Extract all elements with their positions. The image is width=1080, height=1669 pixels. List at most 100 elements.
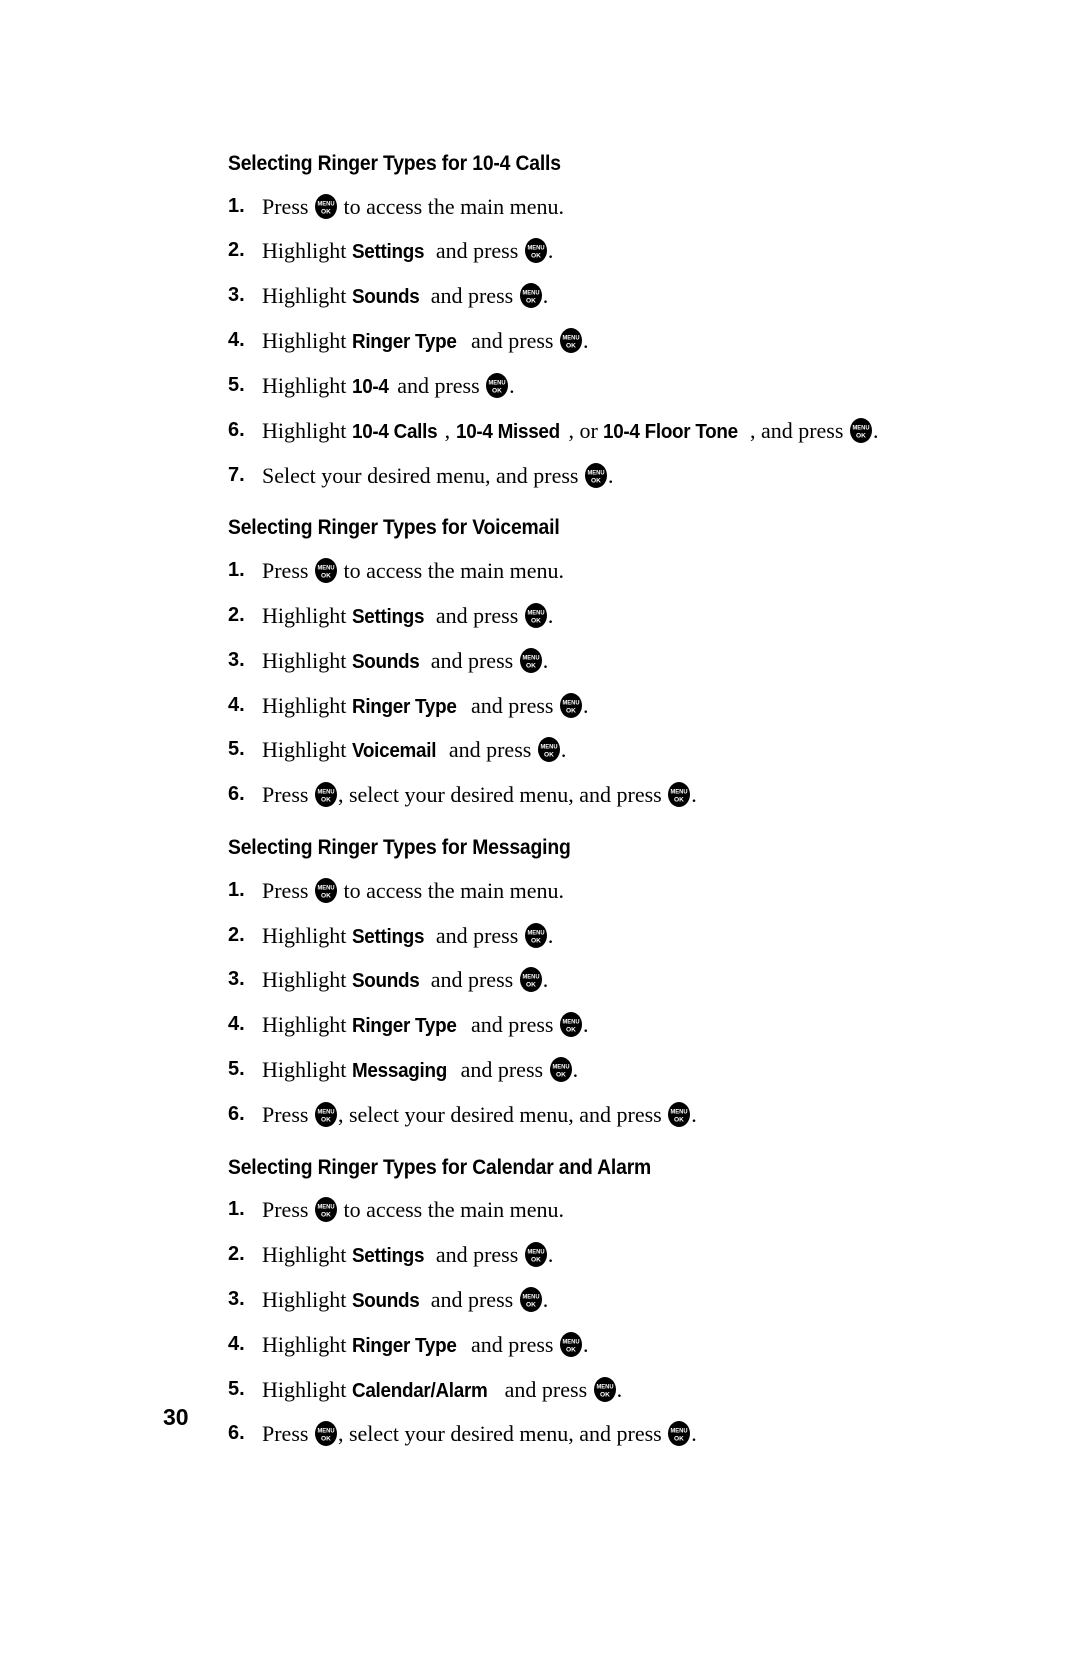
menu-ok-key-icon: MENU OK: [314, 1421, 337, 1447]
step-text-run: and press: [455, 1057, 549, 1082]
step-text-run: , select your desired menu, and press: [337, 1421, 668, 1447]
step-text-run: .: [560, 737, 567, 763]
step-text-run: Highlight: [262, 1331, 352, 1357]
svg-text:MENU: MENU: [596, 1383, 613, 1390]
step-number: 2.: [228, 1243, 245, 1266]
step-text-run: .: [691, 1101, 697, 1127]
step-text-run: .: [542, 967, 549, 993]
ui-term: Ringer Type: [351, 1333, 457, 1357]
svg-text:MENU: MENU: [317, 565, 334, 572]
svg-text:OK: OK: [526, 1302, 536, 1309]
step-text: Press MENU OK, select your desired menu, …: [262, 1421, 697, 1447]
step-text-run: Highlight: [262, 967, 352, 993]
step-item: 2. Highlight Settings and press MENU OK.: [228, 922, 888, 950]
step-list: 1. Press MENU OK to access the main menu. 2…: [228, 558, 888, 809]
menu-ok-key-icon: MENU OK: [486, 372, 509, 398]
menu-ok-key-icon: MENU OK: [559, 1331, 582, 1357]
svg-text:MENU: MENU: [317, 789, 334, 796]
step-number: 6.: [228, 1102, 245, 1125]
svg-text:MENU: MENU: [852, 424, 869, 431]
step-item: 1. Press MENU OK to access the main menu.: [228, 193, 888, 221]
step-text-run: and press: [465, 1331, 559, 1357]
step-number: 2.: [228, 923, 245, 946]
step-number: 1.: [228, 194, 245, 217]
svg-text:MENU: MENU: [317, 884, 334, 891]
step-number: 4.: [228, 1332, 245, 1355]
step-text: Highlight Settings and press MENU OK.: [262, 1242, 553, 1268]
menu-ok-key-icon: MENU OK: [314, 1197, 337, 1223]
step-text-run: .: [582, 1012, 589, 1038]
step-text-run: Highlight: [262, 647, 352, 673]
step-number: 3.: [228, 1287, 245, 1310]
menu-ok-key-icon: MENU OK: [668, 1101, 691, 1127]
svg-text:MENU: MENU: [527, 245, 544, 252]
step-text-run: and press: [425, 283, 519, 309]
step-list: 1. Press MENU OK to access the main menu. 2…: [228, 877, 888, 1129]
ui-term: Messaging: [351, 1059, 447, 1082]
step-text-run: , or: [568, 417, 604, 443]
step-item: 5. Highlight Calendar/Alarm and press MEN…: [228, 1376, 888, 1404]
step-item: 1. Press MENU OK to access the main menu.: [228, 558, 888, 585]
step-number: 4.: [228, 693, 245, 716]
step-text: Highlight Sounds and press MENU OK.: [262, 647, 549, 673]
svg-text:MENU: MENU: [317, 200, 334, 207]
step-item: 3. Highlight Sounds and press MENU OK.: [228, 283, 888, 310]
step-text-run: and press: [430, 1242, 524, 1268]
step-text-run: and press: [391, 372, 486, 398]
svg-text:OK: OK: [674, 1116, 684, 1123]
step-text-run: Highlight: [262, 1057, 352, 1082]
step-number: 2.: [228, 239, 245, 262]
menu-ok-key-icon: MENU OK: [559, 1012, 582, 1038]
step-number: 3.: [228, 648, 245, 671]
svg-text:MENU: MENU: [522, 654, 539, 661]
svg-text:MENU: MENU: [317, 1428, 334, 1435]
step-text-run: Press: [262, 877, 314, 903]
step-number: 3.: [228, 968, 245, 991]
step-item: 5. Highlight Messaging and press MENU OK.: [228, 1057, 888, 1084]
step-list: 1. Press MENU OK to access the main menu. 2…: [228, 193, 888, 490]
menu-ok-key-icon: MENU OK: [668, 1421, 691, 1447]
step-item: 1. Press MENU OK to access the main menu.: [228, 877, 888, 905]
ui-term: Settings: [351, 604, 425, 628]
menu-ok-key-icon: MENU OK: [593, 1376, 616, 1402]
step-text-run: Highlight: [262, 922, 352, 948]
svg-text:MENU: MENU: [562, 699, 579, 706]
menu-ok-key-icon: MENU OK: [549, 1057, 572, 1082]
step-text: Highlight Settings and press MENU OK.: [262, 238, 553, 264]
ui-term: Sounds: [351, 285, 420, 309]
svg-text:MENU: MENU: [489, 380, 506, 387]
step-text: Press MENU OK, select your desired menu, …: [262, 782, 697, 808]
step-text-run: Select your desired menu, and press: [262, 462, 584, 488]
ui-term: Ringer Type: [351, 1014, 457, 1038]
svg-text:OK: OK: [674, 797, 684, 804]
svg-text:MENU: MENU: [671, 789, 688, 796]
step-text: Press MENU OK to access the main menu.: [262, 877, 564, 903]
step-text-run: .: [542, 647, 549, 673]
step-item: 4. Highlight Ringer Type and press MENU OK…: [228, 692, 888, 720]
svg-text:OK: OK: [856, 432, 866, 439]
svg-text:MENU: MENU: [522, 974, 539, 981]
step-item: 7. Select your desired menu, and press ME…: [228, 462, 888, 490]
menu-ok-key-icon: MENU OK: [519, 647, 542, 673]
step-text: Press MENU OK to access the main menu.: [262, 193, 564, 219]
step-text-run: , select your desired menu, and press: [337, 782, 668, 808]
step-text-run: and press: [425, 647, 519, 673]
page-number: 30: [163, 1404, 189, 1430]
menu-ok-key-icon: MENU OK: [524, 602, 547, 628]
step-item: 6. Press MENU OK, select your desired menu…: [228, 1101, 888, 1129]
step-text: Press MENU OK, select your desired menu, …: [262, 1101, 697, 1127]
menu-ok-key-icon: MENU OK: [668, 782, 691, 808]
svg-text:OK: OK: [492, 388, 502, 395]
menu-ok-key-icon: MENU OK: [314, 782, 337, 808]
step-text-run: , select your desired menu, and press: [337, 1101, 668, 1127]
ui-term: Settings: [351, 240, 425, 264]
step-item: 4. Highlight Ringer Type and press MENU OK…: [228, 328, 888, 355]
svg-text:MENU: MENU: [317, 1108, 334, 1115]
menu-ok-key-icon: MENU OK: [314, 558, 337, 584]
step-text-run: .: [582, 692, 589, 718]
step-text-run: Highlight: [262, 1376, 352, 1402]
svg-text:MENU: MENU: [522, 1294, 539, 1301]
step-text: Press MENU OK to access the main menu.: [262, 558, 564, 584]
step-text-run: .: [509, 372, 515, 398]
